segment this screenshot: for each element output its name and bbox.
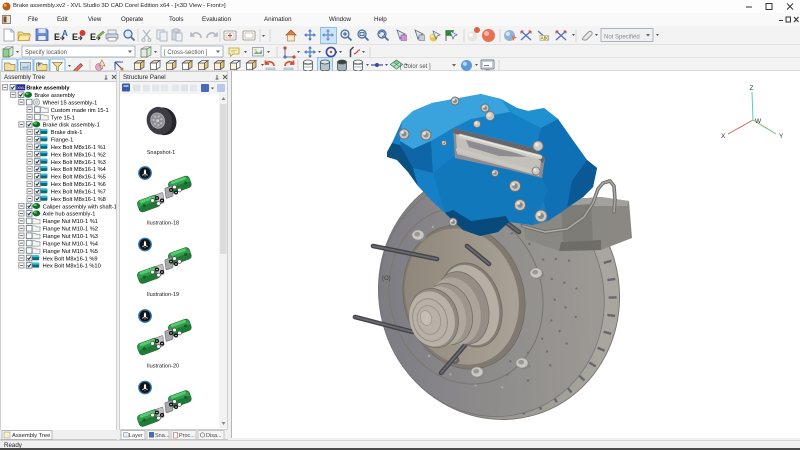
svg-text:Flange Nut M10-1 %5: Flange Nut M10-1 %5: [43, 249, 98, 255]
svg-text:E: E: [72, 32, 78, 42]
svg-text:X: X: [721, 133, 726, 140]
svg-text:Flange Nut M10-1 %3: Flange Nut M10-1 %3: [43, 234, 98, 240]
svg-text:Caliper assembly with shaft-1: Caliper assembly with shaft-1: [43, 204, 116, 210]
svg-text:Flange Nut M10-1 %1: Flange Nut M10-1 %1: [43, 219, 98, 225]
svg-text:Hex Bolt M8x16-1 %9: Hex Bolt M8x16-1 %9: [43, 256, 98, 262]
svg-text:Hex Bolt M8x16-1 %6: Hex Bolt M8x16-1 %6: [51, 182, 106, 188]
svg-text:Brake disk-1: Brake disk-1: [51, 130, 83, 136]
svg-text:Hex Bolt M8x16-1 %4: Hex Bolt M8x16-1 %4: [51, 167, 106, 173]
svg-text:[ Cross-section ]: [ Cross-section ]: [164, 50, 208, 56]
svg-text:Disa...: Disa...: [206, 433, 222, 439]
svg-text:Ilustration-19: Ilustration-19: [147, 292, 179, 298]
svg-text:Hex Bolt M8x16-1 %3: Hex Bolt M8x16-1 %3: [51, 160, 106, 166]
svg-text:ABC: ABC: [541, 36, 550, 41]
svg-text:Hex Bolt M8x16-1 %8: Hex Bolt M8x16-1 %8: [51, 197, 106, 203]
svg-text:Hex Bolt M8x16-1 %7: Hex Bolt M8x16-1 %7: [51, 190, 106, 196]
svg-text:Y: Y: [779, 133, 784, 140]
svg-text:Proc...: Proc...: [179, 433, 195, 439]
svg-text:A: A: [62, 29, 68, 38]
svg-text:Sna...: Sna...: [155, 433, 170, 439]
svg-text:Specify location: Specify location: [25, 50, 67, 56]
svg-text:Z: Z: [750, 85, 754, 92]
svg-text:Brake assembly: Brake assembly: [34, 93, 75, 99]
svg-text:E: E: [90, 32, 96, 42]
svg-text:Ilustration-20: Ilustration-20: [147, 364, 179, 370]
svg-text:Wheel 15 assembly-1: Wheel 15 assembly-1: [43, 100, 98, 106]
svg-text:Hex Bolt M8x16-1 %1: Hex Bolt M8x16-1 %1: [51, 145, 106, 151]
svg-text:Layer: Layer: [129, 433, 143, 439]
svg-text:Flange-1: Flange-1: [51, 138, 73, 144]
svg-text:Not Specified: Not Specified: [604, 35, 640, 41]
svg-text:W: W: [755, 118, 762, 125]
svg-text:E: E: [54, 32, 60, 42]
svg-text:XVL: XVL: [17, 85, 25, 90]
svg-text:Hex Bolt M8x16-1 %10: Hex Bolt M8x16-1 %10: [43, 264, 101, 270]
svg-text:Ilustration-18: Ilustration-18: [147, 221, 179, 227]
svg-text:Snapshot-1: Snapshot-1: [147, 150, 176, 156]
svg-text:Brake assembly: Brake assembly: [26, 86, 70, 92]
svg-text:Hex Bolt M8x16-1 %2: Hex Bolt M8x16-1 %2: [51, 152, 106, 158]
svg-text:Axle hub assembly-1: Axle hub assembly-1: [43, 212, 96, 218]
svg-text:Tyre 15-1: Tyre 15-1: [51, 115, 75, 121]
svg-text:Flange Nut M10-1 %4: Flange Nut M10-1 %4: [43, 241, 98, 247]
svg-text:Hex Bolt M8x16-1 %5: Hex Bolt M8x16-1 %5: [51, 175, 106, 181]
svg-text:Custom made rim 15-1: Custom made rim 15-1: [51, 108, 109, 114]
svg-text:(O): (O): [382, 276, 391, 282]
svg-text:Brake disk assembly-1: Brake disk assembly-1: [43, 123, 100, 129]
svg-text:[ Color set ]: [ Color set ]: [400, 64, 431, 70]
svg-text:Flange Nut M10-1 %2: Flange Nut M10-1 %2: [43, 227, 98, 233]
svg-text:Assembly Tree: Assembly Tree: [12, 433, 50, 439]
